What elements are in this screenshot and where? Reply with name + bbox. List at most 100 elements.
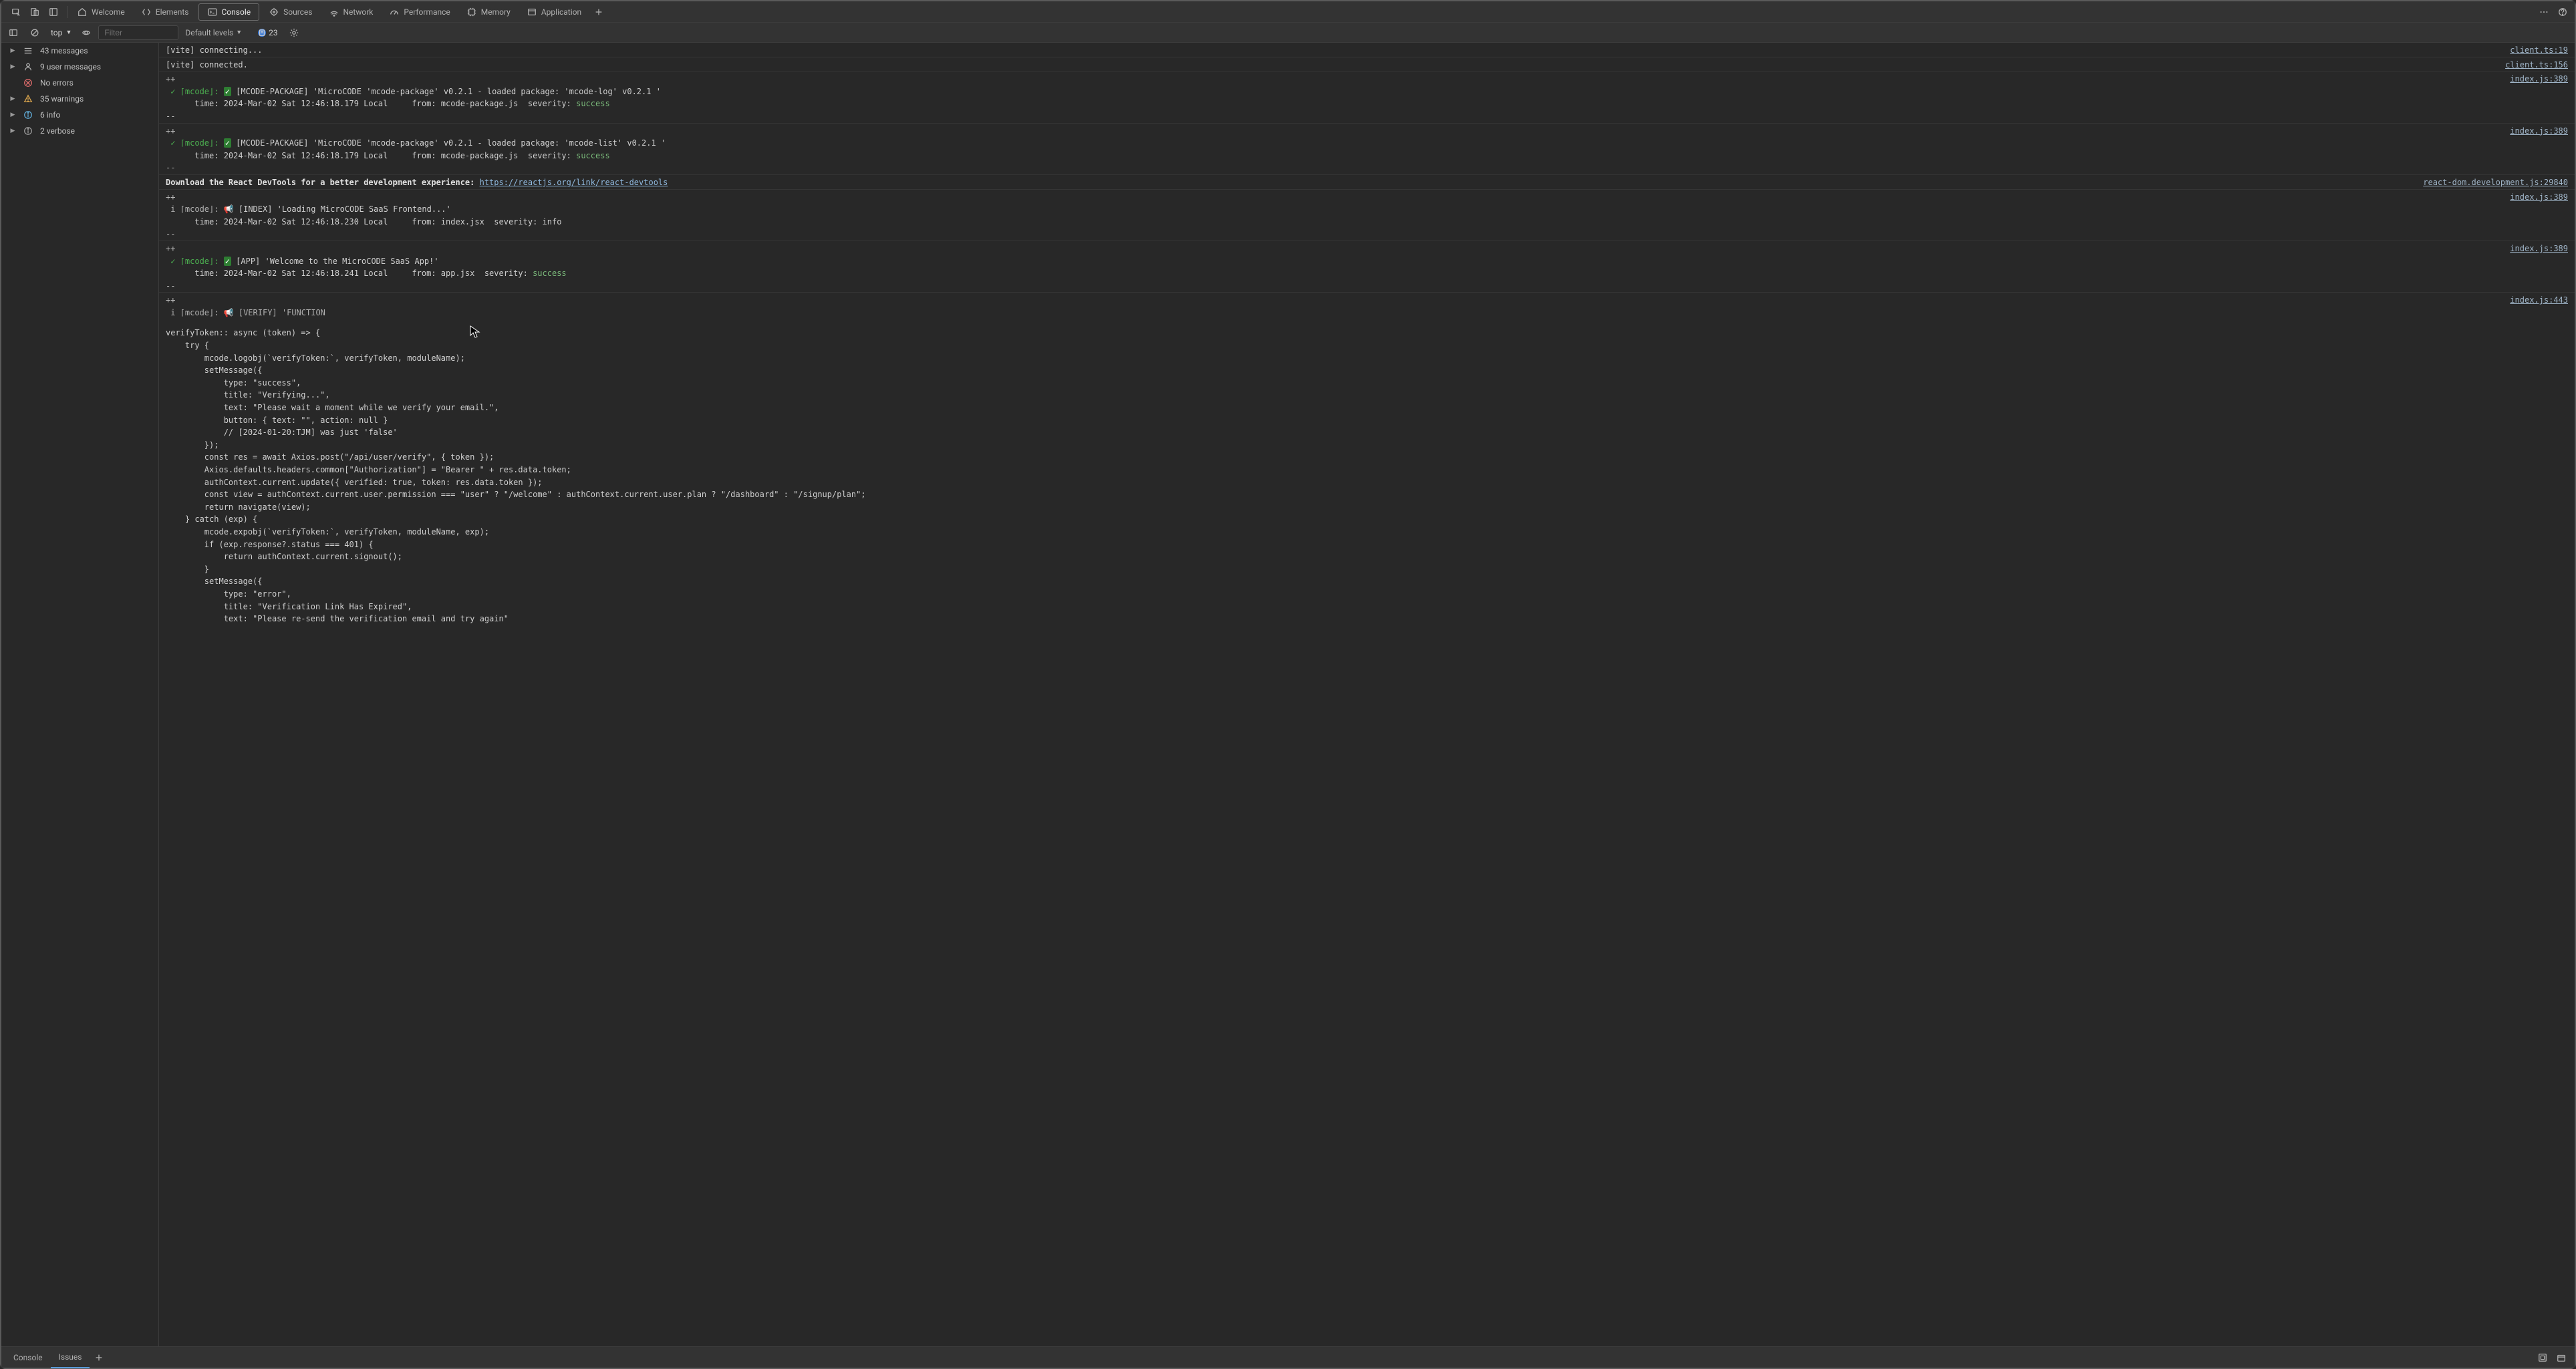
info-icon [23, 110, 33, 120]
twisty-icon: ▶ [9, 112, 16, 118]
live-expression-icon[interactable] [77, 23, 96, 42]
log-line: ✓ ⌈mcode⌋: ✓ [MCODE-PACKAGE] 'MicroCODE … [166, 86, 2568, 98]
clear-console-icon[interactable] [25, 23, 44, 42]
sidebar-item-errors[interactable]: No errors [1, 75, 158, 91]
application-icon [527, 7, 537, 17]
error-icon [23, 78, 33, 88]
sidebar-item-label: 43 messages [40, 46, 88, 55]
log-code-block: verifyToken:: async (token) => { try { m… [166, 327, 2568, 625]
log-line: time: 2024-Mar-02 Sat 12:46:18.230 Local… [166, 216, 2568, 229]
add-tab-icon[interactable] [589, 3, 608, 21]
sources-icon [269, 7, 279, 17]
sidebar-item-messages[interactable]: ▶ 43 messages [1, 43, 158, 59]
drawer-tab-issues[interactable]: Issues [51, 1347, 90, 1368]
log-text: [vite] connecting... [166, 45, 263, 55]
tab-welcome[interactable]: Welcome [69, 1, 133, 23]
log-entry: react-dom.development.js:29840 Download … [159, 175, 2575, 190]
log-plusplus: ++ [166, 294, 2568, 307]
source-link[interactable]: react-dom.development.js:29840 [2423, 176, 2568, 189]
log-entry: [vite] connected. client.ts:156 [159, 57, 2575, 72]
levels-label: Default levels [185, 28, 233, 37]
sidebar-item-warnings[interactable]: ▶ 35 warnings [1, 91, 158, 107]
sidebar-item-label: 2 verbose [40, 126, 75, 136]
inspect-element-icon[interactable] [7, 3, 25, 21]
computed-styles-icon[interactable] [2533, 1348, 2552, 1367]
sidebar-item-label: 6 info [40, 110, 60, 120]
log-minusminus: -- [166, 280, 2568, 293]
log-entry: index.js:389 ++ ✓ ⌈mcode⌋: ✓ [APP] 'Welc… [159, 241, 2575, 293]
log-entry: index.js:389 ++ i ⌈mcode⌋: 📢 [INDEX] 'Lo… [159, 190, 2575, 241]
log-levels-selector[interactable]: Default levels ▼ [181, 27, 251, 39]
drawer-expand-icon[interactable] [2552, 1348, 2571, 1367]
tab-performance[interactable]: Performance [381, 1, 458, 23]
log-text: [vite] connected. [166, 60, 248, 69]
log-line: Download the React DevTools for a better… [166, 176, 2568, 189]
tab-label: Console [222, 7, 251, 17]
log-plusplus: ++ [166, 243, 2568, 255]
tab-label: Network [343, 7, 374, 17]
verbose-icon [23, 126, 33, 136]
welcome-icon [77, 7, 88, 17]
console-icon [207, 7, 218, 17]
log-entry: index.js:443 ++ i ⌈mcode⌋: 📢 [VERIFY] 'F… [159, 293, 2575, 625]
sidebar-item-user-messages[interactable]: ▶ 9 user messages [1, 59, 158, 75]
dock-side-icon[interactable] [44, 3, 63, 21]
log-plusplus: ++ [166, 125, 2568, 138]
log-entry: index.js:389 ++ ✓ ⌈mcode⌋: ✓ [MCODE-PACK… [159, 71, 2575, 123]
tab-label: Sources [283, 7, 312, 17]
log-line: ✓ ⌈mcode⌋: ✓ [APP] 'Welcome to the Micro… [166, 255, 2568, 268]
issues-chip[interactable]: 23 [254, 28, 282, 37]
tab-console[interactable]: Console [198, 3, 260, 21]
log-entry: index.js:389 ++ ✓ ⌈mcode⌋: ✓ [MCODE-PACK… [159, 124, 2575, 175]
external-link[interactable]: https://reactjs.org/link/react-devtools [480, 178, 668, 187]
top-tabbar: Welcome Elements Console Sources Network… [1, 1, 2575, 23]
messages-icon [23, 45, 33, 56]
log-line: i ⌈mcode⌋: 📢 [VERIFY] 'FUNCTION [166, 307, 2568, 319]
tab-application[interactable]: Application [519, 1, 589, 23]
tab-label: Welcome [92, 7, 125, 17]
sidebar-toggle-icon[interactable] [4, 23, 23, 42]
console-toolbar: top ▼ Default levels ▼ 23 [1, 23, 2575, 43]
source-link[interactable]: index.js:389 [2510, 73, 2568, 86]
caret-down-icon: ▼ [65, 29, 71, 36]
sidebar-item-verbose[interactable]: ▶ 2 verbose [1, 123, 158, 139]
twisty-icon: ▶ [9, 128, 16, 134]
console-settings-icon[interactable] [285, 23, 303, 42]
log-minusminus: -- [166, 162, 2568, 174]
severity-success: success [576, 99, 610, 108]
tab-label: Memory [481, 7, 511, 17]
log-plusplus: ++ [166, 191, 2568, 204]
drawer-add-tab-icon[interactable] [90, 1348, 108, 1367]
success-badge-icon: ✓ [224, 87, 231, 96]
source-link[interactable]: client.ts:156 [2505, 59, 2568, 71]
drawer-tabbar: Console Issues [1, 1346, 2575, 1368]
source-link[interactable]: index.js:389 [2510, 243, 2568, 255]
console-log-area[interactable]: [vite] connecting... client.ts:19 [vite]… [159, 43, 2575, 1346]
tab-memory[interactable]: Memory [458, 1, 519, 23]
severity-success: success [533, 269, 567, 278]
log-entry: [vite] connecting... client.ts:19 [159, 43, 2575, 57]
source-link[interactable]: client.ts:19 [2510, 44, 2568, 57]
tab-sources[interactable]: Sources [261, 1, 320, 23]
tab-label: Application [541, 7, 581, 17]
more-icon[interactable] [2535, 3, 2553, 21]
tab-network[interactable]: Network [321, 1, 382, 23]
issues-dot-icon [258, 29, 266, 37]
tab-elements[interactable]: Elements [133, 1, 197, 23]
source-link[interactable]: index.js:389 [2510, 125, 2568, 138]
console-sidebar: ▶ 43 messages ▶ 9 user messages No error… [1, 43, 159, 1346]
drawer-tab-console[interactable]: Console [5, 1347, 51, 1368]
filter-input[interactable] [98, 25, 178, 40]
source-link[interactable]: index.js:389 [2510, 191, 2568, 204]
log-minusminus: -- [166, 228, 2568, 241]
log-minusminus: -- [166, 110, 2568, 123]
help-icon[interactable] [2553, 3, 2572, 21]
device-toolbar-icon[interactable] [25, 3, 44, 21]
source-link[interactable]: index.js:443 [2510, 294, 2568, 307]
context-label: top [51, 28, 62, 37]
success-badge-icon: ✓ [224, 138, 231, 148]
sidebar-item-info[interactable]: ▶ 6 info [1, 107, 158, 123]
context-selector[interactable]: top ▼ [47, 27, 74, 39]
user-messages-icon [23, 61, 33, 72]
twisty-icon: ▶ [9, 96, 16, 102]
